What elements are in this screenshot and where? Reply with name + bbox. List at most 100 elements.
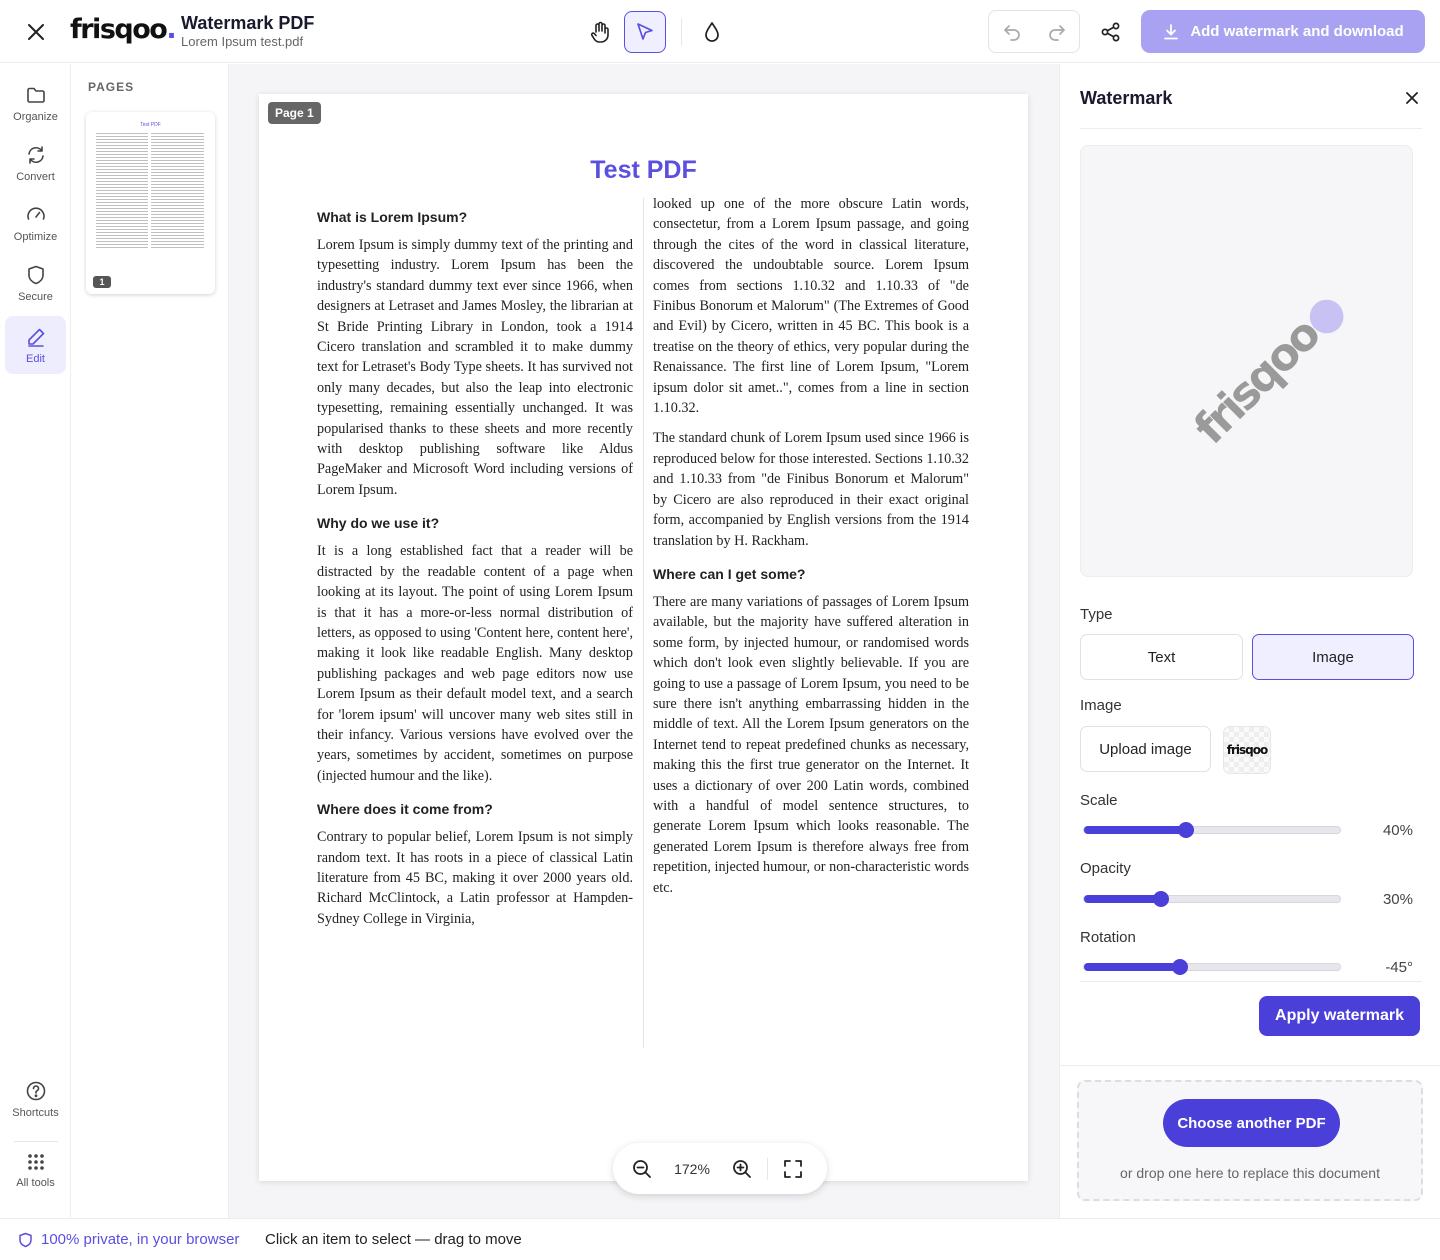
rail-item-organize[interactable]: Organize	[5, 74, 66, 132]
rail-item-optimize[interactable]: Optimize	[5, 194, 66, 252]
close-button[interactable]	[22, 18, 50, 46]
zoom-level[interactable]: 172%	[663, 1161, 721, 1177]
zoom-divider	[767, 1157, 768, 1180]
privacy-note: 100% private, in your browser	[18, 1231, 239, 1248]
rail-item-secure[interactable]: Secure	[5, 254, 66, 312]
slider-fill	[1084, 826, 1187, 834]
status-bar: 100% private, in your browser Click an i…	[0, 1218, 1440, 1260]
image-label: Image	[1080, 697, 1122, 714]
type-option-image[interactable]: Image	[1252, 634, 1414, 680]
watermark-tool-button[interactable]	[691, 11, 733, 53]
brand-logo: frisqoo.	[70, 14, 177, 45]
history-controls	[988, 10, 1080, 53]
pages-panel: PAGES Test PDF 1	[72, 64, 229, 1218]
folder-icon	[26, 87, 45, 103]
text-column-right: looked up one of the more obscure Latin …	[653, 194, 969, 908]
panel-divider	[1080, 128, 1422, 129]
undo-button[interactable]	[989, 11, 1034, 52]
gauge-icon	[26, 206, 45, 220]
privacy-text: 100% private, in your browser	[41, 1231, 240, 1248]
close-icon	[28, 24, 44, 40]
section-paragraph: The standard chunk of Lorem Ipsum used s…	[653, 430, 969, 549]
cursor-icon	[637, 23, 653, 40]
type-option-text[interactable]: Text	[1080, 634, 1243, 680]
toolbar-divider	[681, 18, 682, 46]
apply-watermark-button[interactable]: Apply watermark	[1259, 996, 1420, 1036]
top-bar: frisqoo. Watermark PDF Lorem Ipsum test.…	[0, 0, 1440, 63]
opacity-slider[interactable]	[1083, 891, 1341, 907]
select-tool-button[interactable]	[624, 11, 666, 53]
close-icon	[1406, 92, 1418, 104]
fit-screen-button[interactable]	[772, 1149, 814, 1189]
opacity-label: Opacity	[1080, 860, 1131, 877]
refresh-icon	[27, 145, 44, 164]
redo-button[interactable]	[1034, 11, 1079, 52]
rail-item-shortcuts[interactable]: Shortcuts	[5, 1070, 66, 1128]
pencil-icon	[27, 328, 44, 347]
tool-rail: Organize Convert Optimize Secure Edit Sh…	[0, 64, 71, 1218]
zoom-out-icon	[633, 1159, 651, 1178]
rotation-slider[interactable]	[1083, 959, 1341, 975]
choose-another-pdf-button[interactable]: Choose another PDF	[1163, 1099, 1340, 1147]
zoom-in-button[interactable]	[721, 1149, 763, 1189]
section-paragraph: Lorem Ipsum is simply dummy text of the …	[317, 237, 633, 498]
scale-value: 40%	[1382, 822, 1413, 839]
section-paragraph: There are many variations of passages of…	[653, 593, 969, 896]
add-watermark-download-button[interactable]: Add watermark and download	[1141, 10, 1425, 53]
grid-icon	[27, 1153, 44, 1170]
text-column-left: What is Lorem Ipsum? Lorem Ipsum is simp…	[317, 194, 633, 939]
section-heading: What is Lorem Ipsum?	[317, 209, 468, 225]
zoom-controls: 172%	[613, 1143, 827, 1194]
section-heading: Why do we use it?	[317, 515, 440, 532]
replace-pdf-dropzone[interactable]: Choose another PDF or drop one here to r…	[1077, 1080, 1423, 1201]
redo-icon	[1048, 24, 1065, 41]
watermark-preview: frisqoo●	[1080, 145, 1413, 577]
title-block: Watermark PDF Lorem Ipsum test.pdf	[181, 13, 314, 49]
watermark-panel: Watermark frisqoo● Type Text Image Image…	[1059, 64, 1440, 1218]
file-name: Lorem Ipsum test.pdf	[181, 34, 304, 49]
app-title: Watermark PDF	[181, 13, 315, 33]
upload-image-button[interactable]: Upload image	[1080, 726, 1211, 772]
hand-tool-button[interactable]	[579, 11, 621, 53]
column-divider	[643, 198, 644, 1048]
panel-title: Watermark	[1080, 88, 1173, 108]
scale-label: Scale	[1080, 792, 1118, 809]
slider-knob[interactable]	[1178, 822, 1195, 838]
section-paragraph: It is a long established fact that a rea…	[317, 543, 633, 784]
undo-icon	[1003, 24, 1020, 41]
drop-icon	[705, 22, 719, 42]
download-label: Add watermark and download	[1190, 23, 1404, 40]
slider-knob[interactable]	[1172, 959, 1188, 975]
zoom-out-button[interactable]	[621, 1149, 663, 1189]
panel-divider	[1060, 1065, 1440, 1066]
zoom-in-icon	[733, 1159, 751, 1178]
hand-icon	[590, 21, 609, 43]
rail-item-all-tools[interactable]: All tools	[5, 1141, 66, 1199]
type-label: Type	[1080, 606, 1113, 623]
document-title: Test PDF	[590, 156, 697, 184]
section-heading: Where does it come from?	[317, 801, 493, 818]
slider-fill	[1084, 963, 1180, 971]
slider-knob[interactable]	[1152, 891, 1169, 907]
watermark-preview-logo: frisqoo●	[1184, 284, 1354, 455]
help-icon	[26, 1081, 45, 1100]
pdf-page[interactable]: Page 1 Test PDF What is Lorem Ipsum? Lor…	[259, 94, 1028, 1181]
thumbnail-title: Test PDF	[140, 122, 161, 128]
close-panel-button[interactable]	[1402, 88, 1422, 108]
rail-item-convert[interactable]: Convert	[5, 134, 66, 192]
rotation-label: Rotation	[1080, 929, 1136, 946]
rail-item-edit[interactable]: Edit	[5, 316, 66, 374]
thumbnail-page-number: 1	[93, 276, 111, 288]
page-thumbnail[interactable]: Test PDF 1	[86, 112, 215, 294]
section-paragraph: looked up one of the more obscure Latin …	[653, 196, 969, 417]
shield-icon	[19, 1232, 32, 1247]
scale-slider[interactable]	[1083, 822, 1341, 838]
fullscreen-icon	[784, 1159, 802, 1178]
interaction-hint: Click an item to select — drag to move	[265, 1231, 522, 1248]
watermark-image-thumbnail[interactable]: frisqoo	[1223, 726, 1271, 774]
pages-title: PAGES	[88, 80, 135, 94]
page-label: Page 1	[268, 102, 321, 124]
share-button[interactable]	[1090, 11, 1132, 53]
section-heading: Where can I get some?	[653, 565, 806, 582]
document-canvas[interactable]: Page 1 Test PDF What is Lorem Ipsum? Lor…	[229, 64, 1059, 1218]
